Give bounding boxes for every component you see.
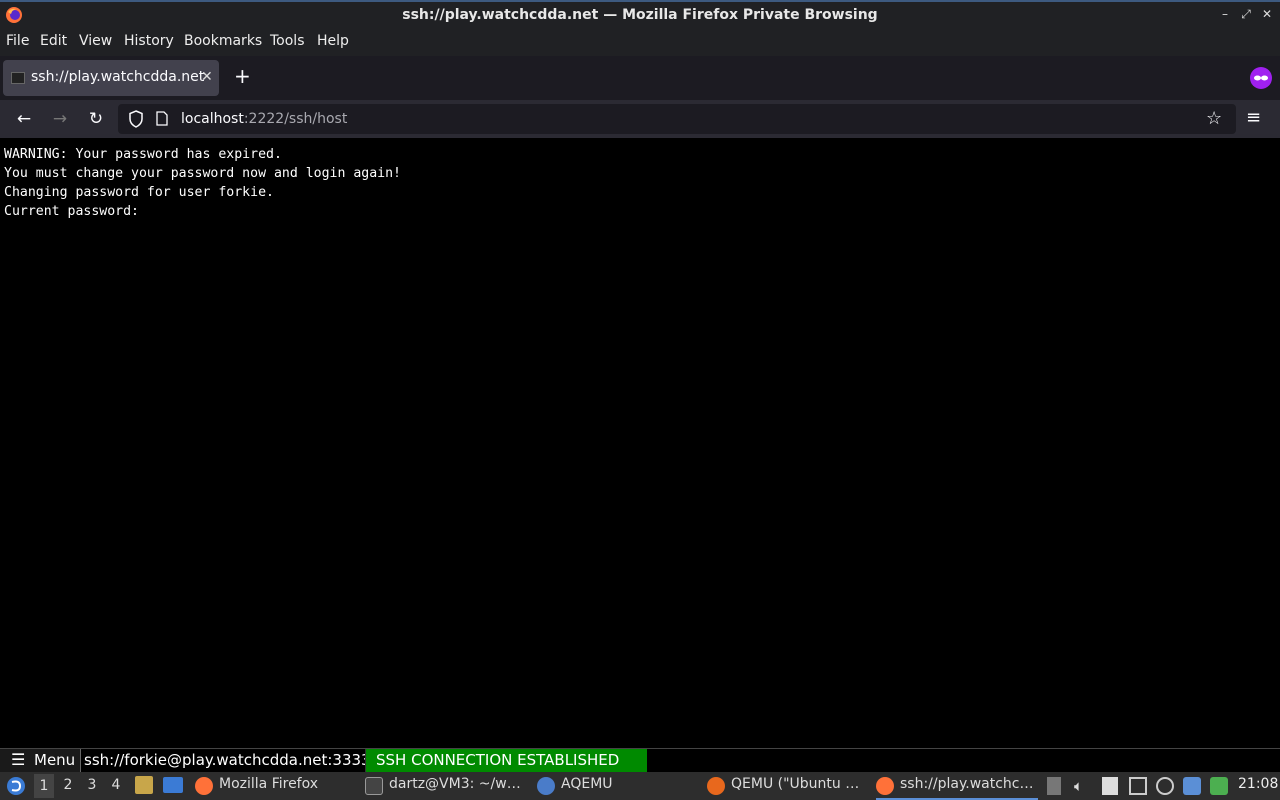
task-aqemu[interactable]: AQEMU — [537, 772, 697, 800]
private-browsing-icon — [1250, 67, 1272, 89]
firefox-icon — [195, 777, 213, 795]
start-menu-icon[interactable] — [6, 776, 26, 796]
task-label: AQEMU — [561, 776, 613, 792]
menu-tools[interactable]: Tools — [270, 33, 305, 49]
terminal-line: You must change your password now and lo… — [4, 166, 401, 181]
menu-view[interactable]: View — [79, 33, 112, 49]
connection-status-badge: SSH CONNECTION ESTABLISHED — [365, 749, 647, 772]
workspace-1[interactable]: 1 — [34, 774, 54, 798]
menu-file[interactable]: File — [6, 33, 29, 49]
menu-edit[interactable]: Edit — [40, 33, 67, 49]
task-label: dartz@VM3: ~/w… — [389, 776, 521, 792]
task-ssh-firefox[interactable]: ssh://play.watchc… — [876, 772, 1038, 800]
menu-help[interactable]: Help — [317, 33, 349, 49]
task-label: ssh://play.watchc… — [900, 776, 1034, 792]
app-menu-icon[interactable]: ≡ — [1246, 107, 1261, 128]
terminal-menu-button[interactable]: ☰ Menu — [0, 749, 81, 772]
notes-icon[interactable] — [1102, 777, 1118, 795]
page-icon — [156, 111, 168, 126]
reload-button[interactable]: ↻ — [84, 107, 108, 131]
terminal-line: WARNING: Your password has expired. — [4, 147, 282, 162]
maximize-button[interactable]: ⤢ — [1238, 6, 1254, 22]
menu-bookmarks[interactable]: Bookmarks — [184, 33, 262, 49]
notification-icon[interactable] — [1183, 777, 1201, 795]
url-text: localhost:2222/ssh/host — [181, 111, 347, 127]
bookmark-star-icon[interactable]: ☆ — [1206, 108, 1222, 129]
terminal-statusbar: ☰ Menu ssh://forkie@play.watchcdda.net:3… — [0, 748, 1280, 772]
window-titlebar: ssh://play.watchcdda.net — Mozilla Firef… — [0, 0, 1280, 30]
tab-ssh[interactable]: ssh://play.watchcdda.net ✕ — [3, 60, 219, 96]
workspace-2[interactable]: 2 — [58, 777, 78, 793]
menu-history[interactable]: History — [124, 33, 174, 49]
clock: 21:08 — [1238, 776, 1279, 792]
menubar: File Edit View History Bookmarks Tools H… — [0, 30, 1280, 56]
url-path: :2222/ssh/host — [243, 111, 348, 127]
terminal-output[interactable]: WARNING: Your password has expired. You … — [0, 138, 1280, 748]
task-qemu[interactable]: QEMU ("Ubuntu … — [707, 772, 867, 800]
url-host: localhost — [181, 111, 244, 127]
workspace-3[interactable]: 3 — [82, 777, 102, 793]
tab-bar: ssh://play.watchcdda.net ✕ + — [0, 56, 1280, 100]
network-icon[interactable] — [1129, 777, 1147, 795]
navigation-bar: ← → ↻ localhost:2222/ssh/host ☆ ≡ — [0, 100, 1280, 138]
connection-status-text: SSH CONNECTION ESTABLISHED — [376, 751, 620, 769]
minimize-button[interactable]: – — [1217, 6, 1233, 22]
task-label: QEMU ("Ubuntu … — [731, 776, 860, 792]
titlebar-accent — [0, 0, 1280, 2]
forward-button[interactable]: → — [48, 107, 72, 131]
qemu-icon — [707, 777, 725, 795]
terminal-icon — [365, 777, 383, 795]
terminal-icon — [11, 72, 25, 84]
clipboard-icon[interactable] — [1047, 777, 1061, 795]
window-title: ssh://play.watchcdda.net — Mozilla Firef… — [402, 7, 878, 23]
terminal-line: Changing password for user forkie. — [4, 185, 274, 200]
url-bar[interactable]: localhost:2222/ssh/host ☆ — [118, 104, 1236, 134]
menu-label: Menu — [34, 751, 76, 769]
close-tab-icon[interactable]: ✕ — [201, 69, 213, 85]
shield-icon — [129, 110, 143, 128]
firefox-icon — [876, 777, 894, 795]
hamburger-icon: ☰ — [11, 750, 26, 769]
task-terminal[interactable]: dartz@VM3: ~/w… — [365, 772, 530, 800]
volume-icon[interactable]: 🔈︎ — [1074, 777, 1092, 795]
new-tab-button[interactable]: + — [234, 64, 251, 88]
file-manager-icon[interactable] — [135, 776, 153, 794]
task-label: Mozilla Firefox — [219, 776, 319, 792]
task-firefox[interactable]: Mozilla Firefox — [195, 772, 355, 800]
back-button[interactable]: ← — [12, 107, 36, 131]
aqemu-icon — [537, 777, 555, 795]
workspace-4[interactable]: 4 — [106, 777, 126, 793]
app-indicator-icon[interactable] — [1210, 777, 1228, 795]
tab-title: ssh://play.watchcdda.net — [31, 69, 205, 85]
show-desktop-icon[interactable] — [163, 777, 183, 793]
connection-address: ssh://forkie@play.watchcdda.net:3333 — [84, 751, 371, 769]
update-icon[interactable] — [1156, 777, 1174, 795]
terminal-line: Current password: — [4, 204, 139, 219]
close-button[interactable]: ✕ — [1259, 6, 1275, 22]
desktop-taskbar: 1 2 3 4 Mozilla Firefox dartz@VM3: ~/w… … — [0, 772, 1280, 800]
